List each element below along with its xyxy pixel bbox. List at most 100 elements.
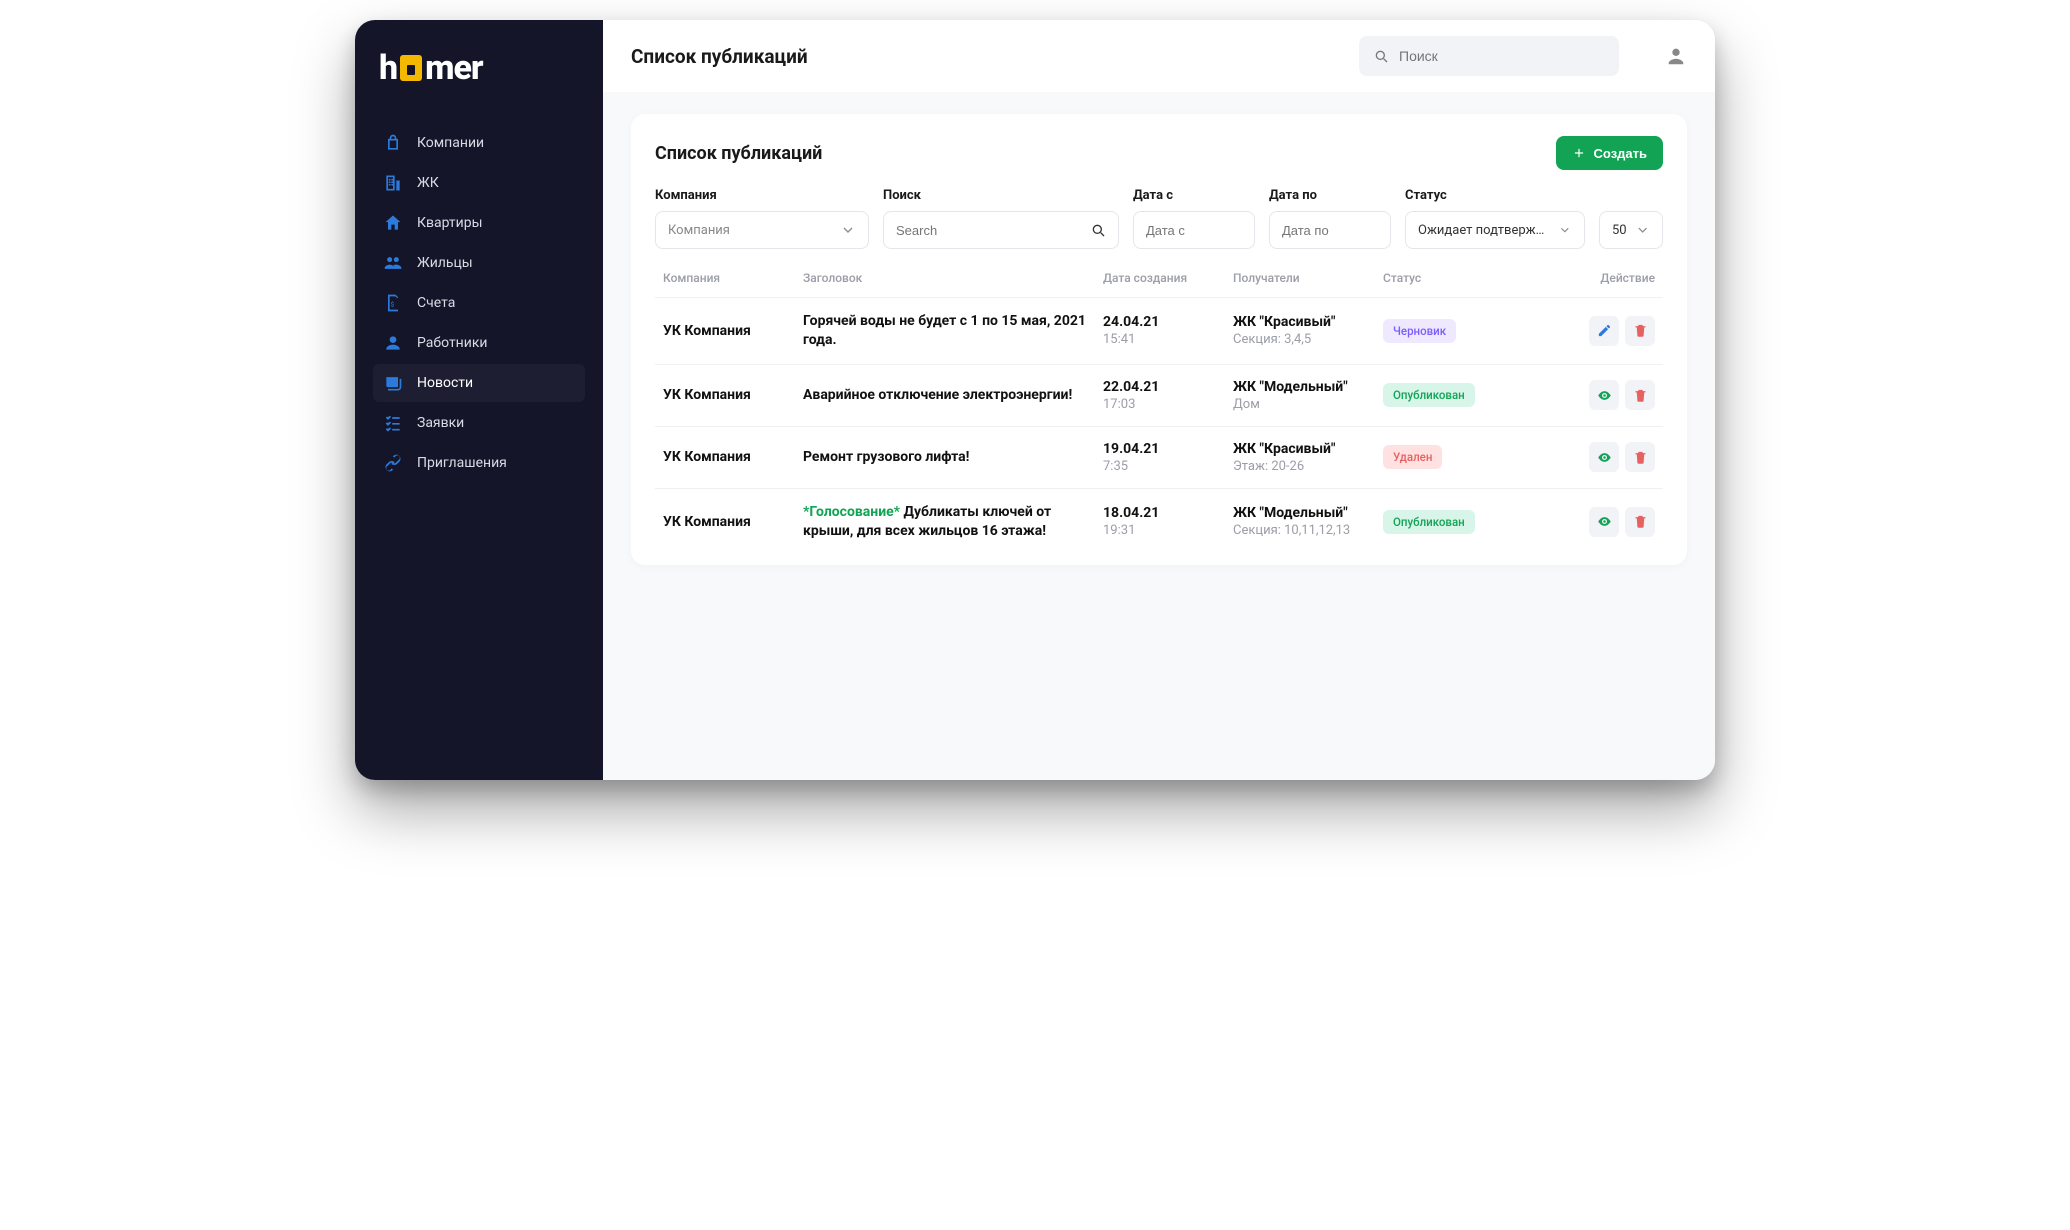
- sidebar-item-6[interactable]: Новости: [373, 364, 585, 402]
- cell-actions: [1505, 298, 1663, 365]
- cell-recipients: ЖК "Модельный"Секция: 10,11,12,13: [1225, 488, 1375, 554]
- user-avatar[interactable]: [1665, 45, 1687, 67]
- row-action-view[interactable]: [1589, 442, 1619, 472]
- recipient-sub: Секция: 10,11,12,13: [1233, 523, 1367, 538]
- recipient-sub: Этаж: 20-26: [1233, 459, 1367, 474]
- filter-datefrom-input[interactable]: [1133, 211, 1255, 249]
- sidebar-item-label: ЖК: [417, 175, 439, 191]
- sidebar-item-4[interactable]: Счета: [373, 284, 585, 322]
- cell-status: Черновик: [1375, 298, 1505, 365]
- sidebar-item-1[interactable]: ЖК: [373, 164, 585, 202]
- create-button-label: Создать: [1594, 146, 1647, 161]
- row-action-delete[interactable]: [1625, 380, 1655, 410]
- title-text: Ремонт грузового лифта!: [803, 449, 969, 465]
- cell-recipients: ЖК "Красивый" Секция: 3,4,5: [1225, 298, 1375, 365]
- table-row: УК Компания Аварийное отключение электроэ…: [655, 364, 1663, 426]
- publications-card: Список публикаций Создать Компания Компа…: [631, 114, 1687, 565]
- building-icon: [383, 173, 403, 193]
- filter-status-label: Статус: [1405, 188, 1585, 203]
- view-icon: [1597, 450, 1612, 465]
- filter-status-select[interactable]: Ожидает подтверждения: [1405, 211, 1585, 249]
- sidebar-item-label: Счета: [417, 295, 455, 311]
- content: Список публикаций Создать Компания Компа…: [603, 92, 1715, 587]
- cell-title: Ремонт грузового лифта!: [795, 426, 1095, 488]
- row-action-delete[interactable]: [1625, 442, 1655, 472]
- cell-date: 24.04.2115:41: [1095, 298, 1225, 365]
- cell-date: 22.04.21 17:03: [1095, 364, 1225, 426]
- delete-icon: [1633, 323, 1648, 338]
- company-icon: [383, 133, 403, 153]
- filter-dateto-input[interactable]: [1269, 211, 1391, 249]
- cell-title: Горячей воды не будет с 1 по 15 мая, 202…: [795, 298, 1095, 365]
- cell-company: УК Компания: [655, 364, 795, 426]
- row-action-delete[interactable]: [1625, 507, 1655, 537]
- search-icon: [1090, 222, 1106, 238]
- create-button[interactable]: Создать: [1556, 136, 1663, 170]
- delete-icon: [1633, 388, 1648, 403]
- global-search[interactable]: [1359, 36, 1619, 76]
- card-title: Список публикаций: [655, 143, 822, 164]
- filter-search-input[interactable]: [896, 223, 1082, 238]
- per-page-value: 50: [1612, 223, 1627, 238]
- sidebar-item-2[interactable]: Квартиры: [373, 204, 585, 242]
- recipient-main: ЖК "Красивый": [1233, 441, 1367, 457]
- brand-logo: h mer: [379, 48, 585, 88]
- date-time: 19:31: [1103, 523, 1217, 538]
- sidebar-item-0[interactable]: Компании: [373, 124, 585, 162]
- view-icon: [1597, 388, 1612, 403]
- status-badge: Удален: [1383, 445, 1442, 469]
- recipient-main: ЖК "Красивый": [1233, 314, 1367, 330]
- cell-title: Аварийное отключение электроэнергии!: [795, 364, 1095, 426]
- main-area: Список публикаций Список публикаций Созд…: [603, 20, 1715, 780]
- view-icon: [1597, 514, 1612, 529]
- invoice-icon: [383, 293, 403, 313]
- date-main: 22.04.21: [1103, 379, 1217, 395]
- title-text: Аварийное отключение электроэнергии!: [803, 387, 1072, 403]
- sidebar-item-label: Компании: [417, 135, 484, 151]
- filter-search-label: Поиск: [883, 188, 1119, 203]
- filter-search[interactable]: [883, 211, 1119, 249]
- sidebar-item-5[interactable]: Работники: [373, 324, 585, 362]
- sidebar-item-label: Работники: [417, 335, 488, 351]
- filter-dateto-label: Дата по: [1269, 188, 1391, 203]
- global-search-input[interactable]: [1399, 48, 1605, 64]
- date-time: 17:03: [1103, 397, 1217, 412]
- per-page-select[interactable]: 50: [1599, 211, 1663, 249]
- row-action-view[interactable]: [1589, 380, 1619, 410]
- cell-actions: [1505, 426, 1663, 488]
- status-badge: Черновик: [1383, 319, 1456, 343]
- sidebar-item-label: Приглашения: [417, 455, 507, 471]
- card-head: Список публикаций Создать: [655, 136, 1663, 170]
- tasks-icon: [383, 413, 403, 433]
- col-created: Дата создания: [1095, 259, 1225, 298]
- brand-part2: mer: [425, 48, 482, 88]
- col-recipients: Получатели: [1225, 259, 1375, 298]
- row-action-view[interactable]: [1589, 507, 1619, 537]
- sidebar: h mer Компании ЖК КвартирыЖильцы Счета Работ…: [355, 20, 603, 780]
- filter-company-label: Компания: [655, 188, 869, 203]
- news-icon: [383, 373, 403, 393]
- plus-icon: [1572, 146, 1586, 160]
- date-main: 19.04.21: [1103, 441, 1217, 457]
- cell-status: Удален: [1375, 426, 1505, 488]
- sidebar-item-3[interactable]: Жильцы: [373, 244, 585, 282]
- edit-icon: [1597, 323, 1612, 338]
- recipient-sub: Дом: [1233, 397, 1367, 412]
- cell-company: УК Компания: [655, 426, 795, 488]
- page-title: Список публикаций: [631, 45, 808, 68]
- col-company: Компания: [655, 259, 795, 298]
- row-action-delete[interactable]: [1625, 316, 1655, 346]
- sidebar-item-7[interactable]: Заявки: [373, 404, 585, 442]
- row-action-edit[interactable]: [1589, 316, 1619, 346]
- chevron-down-icon: [840, 222, 856, 238]
- sidebar-nav: Компании ЖК КвартирыЖильцы Счета Работники Но…: [373, 124, 585, 482]
- app-window: h mer Компании ЖК КвартирыЖильцы Счета Работ…: [355, 20, 1715, 780]
- worker-icon: [383, 333, 403, 353]
- col-status: Статус: [1375, 259, 1505, 298]
- filter-status-value: Ожидает подтверждения: [1418, 223, 1550, 238]
- filter-company-select[interactable]: Компания: [655, 211, 869, 249]
- sidebar-item-8[interactable]: Приглашения: [373, 444, 585, 482]
- sidebar-item-label: Новости: [417, 375, 473, 391]
- status-badge: Опубликован: [1383, 383, 1475, 407]
- recipient-sub: Секция: 3,4,5: [1233, 332, 1367, 347]
